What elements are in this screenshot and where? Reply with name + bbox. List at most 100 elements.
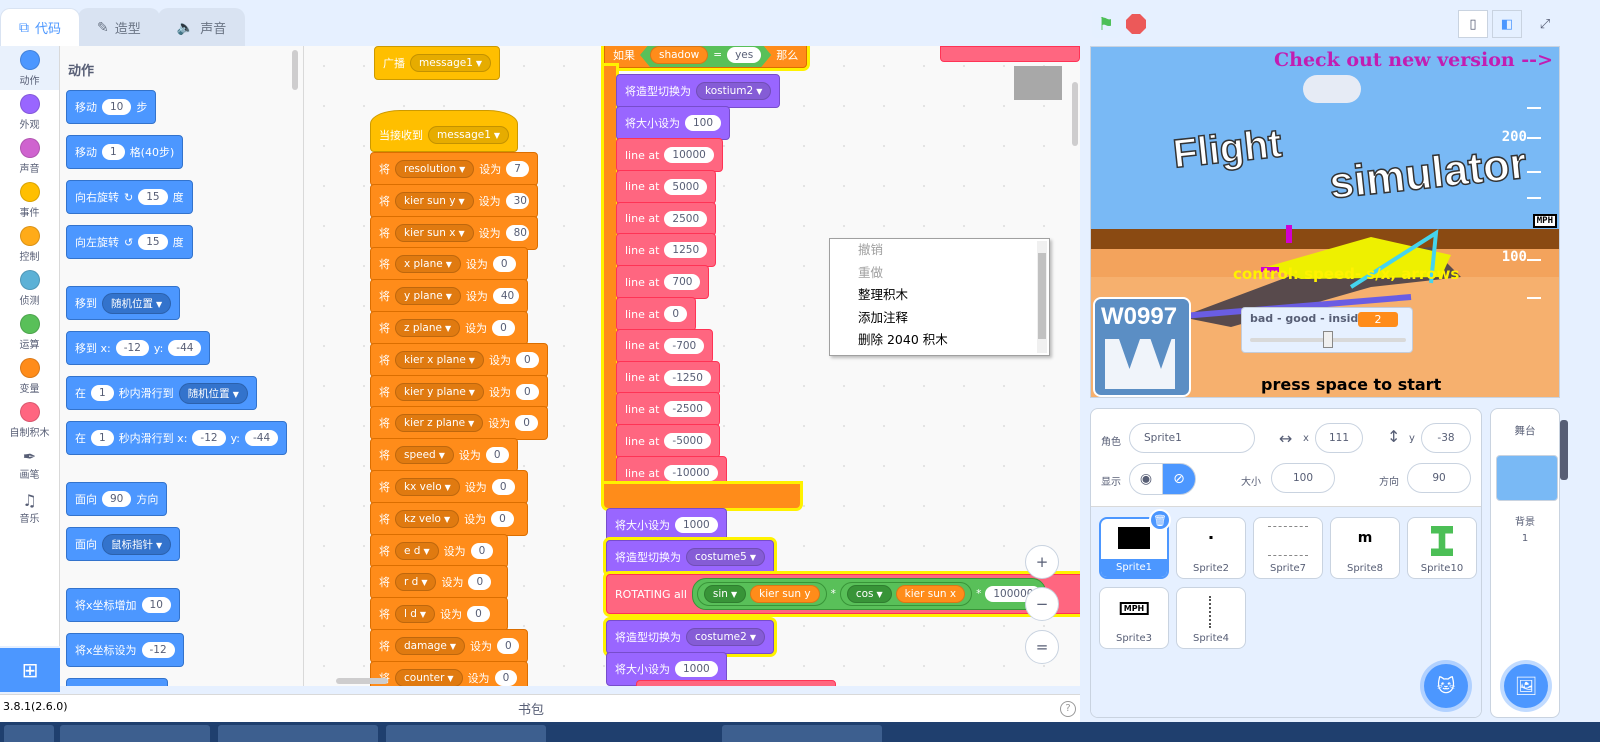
if-then-block[interactable]: 如果 shadow = yes 那么 bbox=[604, 46, 808, 68]
sprite-thumbnail[interactable]: Sprite4 bbox=[1176, 587, 1246, 649]
block-dropdown[interactable]: kz velo ▼ bbox=[395, 509, 460, 528]
block-input[interactable]: 100 bbox=[685, 115, 722, 131]
block-input[interactable]: 1 bbox=[102, 144, 125, 160]
category-events[interactable]: 事件 bbox=[0, 178, 59, 222]
block-input[interactable]: 0 bbox=[485, 447, 509, 464]
slider-thumb[interactable] bbox=[1323, 331, 1333, 348]
size-input[interactable]: 100 bbox=[1271, 463, 1335, 493]
block-dropdown[interactable]: cos ▼ bbox=[846, 585, 892, 603]
category-operators[interactable]: 运算 bbox=[0, 310, 59, 354]
block-dropdown[interactable]: kier sun x ▼ bbox=[395, 223, 474, 242]
line-at-block[interactable]: line at -1250 bbox=[616, 360, 720, 395]
pink-block-top-right[interactable] bbox=[940, 46, 1080, 62]
line-at-block[interactable]: line at -700 bbox=[616, 328, 714, 363]
block-dropdown[interactable]: counter ▼ bbox=[395, 668, 463, 686]
set-variable-block[interactable]: 将counter▼设为0 bbox=[370, 660, 528, 686]
block-dropdown[interactable]: message1 ▼ bbox=[410, 54, 492, 72]
show-sprite-button[interactable]: ◉ bbox=[1129, 463, 1163, 495]
workspace-horizontal-scrollbar[interactable] bbox=[336, 678, 388, 684]
block-input[interactable]: 15 bbox=[138, 189, 168, 205]
block-dropdown[interactable]: kx velo ▼ bbox=[395, 478, 460, 496]
block-input[interactable]: 15 bbox=[138, 234, 168, 250]
cos-operator[interactable]: cos ▼ kier sun x bbox=[839, 582, 973, 606]
normal-stage-button[interactable]: ◧ bbox=[1492, 10, 1522, 38]
category-sensing[interactable]: 侦测 bbox=[0, 266, 59, 310]
equals-operator[interactable]: shadow = yes bbox=[640, 46, 771, 67]
taskbar-app[interactable] bbox=[386, 725, 546, 742]
switch-costume-block[interactable]: 将造型切换为 costume5 ▼ bbox=[606, 540, 774, 574]
set-variable-block[interactable]: 将 x plane ▼ 设为 0 bbox=[370, 247, 528, 282]
set-variable-block[interactable]: 将 z plane ▼ 设为 0 bbox=[370, 311, 528, 345]
category-control[interactable]: 控制 bbox=[0, 222, 59, 266]
set-variable-block[interactable]: 将 kier sun x ▼ 设为 80 bbox=[370, 215, 538, 250]
start-button[interactable] bbox=[4, 725, 54, 742]
category-looks[interactable]: 外观 bbox=[0, 90, 59, 134]
move-steps-block[interactable]: 移动 10 步 bbox=[66, 90, 157, 124]
block-input[interactable]: 5000 bbox=[664, 178, 708, 195]
multiply-operator[interactable]: sin ▼ kier sun y * cos ▼ kier sun x * 100000 bbox=[691, 578, 1047, 610]
block-dropdown[interactable]: damage ▼ bbox=[395, 637, 466, 655]
x-input[interactable]: 111 bbox=[1315, 423, 1363, 453]
tab-sounds[interactable]: 🔈 声音 bbox=[157, 8, 246, 46]
context-clean-up[interactable]: 整理积木 bbox=[830, 284, 1049, 307]
block-input[interactable]: 0 bbox=[468, 574, 492, 591]
hide-sprite-button[interactable]: ⊘ bbox=[1162, 463, 1196, 495]
glide-xy-block[interactable]: 在 1 秒内滑行到 x: -12 y: -44 bbox=[66, 421, 288, 455]
block-input[interactable]: 40 bbox=[492, 288, 519, 305]
block-input[interactable]: 0 bbox=[491, 479, 515, 495]
workspace-vertical-scrollbar[interactable] bbox=[1072, 82, 1078, 146]
set-variable-block[interactable]: 将 kier sun y ▼ 设为 30 bbox=[370, 183, 538, 218]
block-input[interactable]: 0 bbox=[467, 606, 490, 623]
block-input[interactable]: -12 bbox=[115, 340, 149, 356]
goto-block[interactable]: 移到 随机位置 ▼ bbox=[66, 286, 181, 320]
block-input[interactable]: -12 bbox=[141, 642, 175, 658]
block-input[interactable]: -1250 bbox=[664, 369, 711, 386]
line-at-block[interactable]: line at 0 bbox=[616, 297, 697, 331]
goto-xy-block[interactable]: 移到 x: -12 y: -44 bbox=[66, 331, 211, 365]
category-variables[interactable]: 变量 bbox=[0, 354, 59, 398]
sin-operator[interactable]: sin ▼ kier sun y bbox=[696, 582, 827, 606]
block-dropdown[interactable]: kier z plane ▼ bbox=[395, 414, 484, 433]
block-input[interactable]: 0 bbox=[515, 351, 539, 368]
set-variable-block[interactable]: 将 resolution ▼ 设为 7 bbox=[370, 152, 538, 186]
block-dropdown[interactable]: message1 ▼ bbox=[428, 126, 510, 144]
block-input[interactable]: 7 bbox=[506, 161, 529, 177]
block-input[interactable]: 0 bbox=[491, 510, 514, 527]
set-variable-block[interactable]: 将 damage ▼ 设为 0 bbox=[370, 629, 528, 663]
stage-thumbnail[interactable] bbox=[1496, 455, 1558, 501]
code-workspace[interactable]: 广播 message1 ▼ 当接收到 message1 ▼ 将 resolution ▼ 设为… bbox=[304, 46, 1080, 686]
change-x-block[interactable]: 将x坐标增加 10 bbox=[66, 588, 180, 622]
variable-reporter[interactable]: kier sun y bbox=[750, 585, 820, 603]
block-input[interactable]: 0 bbox=[492, 320, 515, 336]
set-variable-block[interactable]: 将 kx velo ▼ 设为 0 bbox=[370, 470, 528, 504]
block-dropdown[interactable]: resolution ▼ bbox=[395, 160, 475, 178]
add-backdrop-button[interactable]: 🖼 bbox=[1504, 664, 1548, 708]
block-input[interactable]: -44 bbox=[244, 430, 279, 446]
block-dropdown[interactable]: speed ▼ bbox=[395, 446, 454, 465]
point-direction-block[interactable]: 面向 90 方向 bbox=[66, 482, 168, 516]
block-input[interactable]: 0 bbox=[515, 415, 538, 432]
context-add-comment[interactable]: 添加注释 bbox=[830, 307, 1049, 330]
sprite-thumbnail[interactable]: Sprite7 bbox=[1253, 517, 1323, 579]
block-dropdown[interactable]: costume5 ▼ bbox=[686, 548, 765, 566]
backpack-toggle[interactable]: 书包 bbox=[518, 699, 544, 718]
sprite-thumbnail[interactable]: m Sprite8 bbox=[1330, 517, 1400, 579]
block-input[interactable]: 0 bbox=[492, 256, 516, 273]
direction-input[interactable]: 90 bbox=[1407, 463, 1471, 493]
line-at-block[interactable]: line at 700 bbox=[616, 265, 710, 300]
variable-reporter[interactable]: shadow bbox=[650, 46, 708, 64]
block-dropdown[interactable]: kostium2 ▼ bbox=[696, 82, 772, 100]
block-input[interactable]: 0 bbox=[515, 383, 539, 400]
line-at-block[interactable]: line at 5000 bbox=[616, 169, 717, 204]
category-motion[interactable]: 动作 bbox=[0, 46, 59, 90]
block-dropdown[interactable]: 随机位置 ▼ bbox=[178, 382, 248, 404]
block-dropdown[interactable]: z plane ▼ bbox=[395, 319, 461, 337]
category-myblocks[interactable]: 自制积木 bbox=[0, 398, 59, 442]
set-variable-block[interactable]: 将 speed ▼ 设为 0 bbox=[370, 438, 518, 473]
sprite-name-input[interactable]: Sprite1 bbox=[1129, 423, 1255, 453]
delete-sprite-button[interactable]: 🗑 bbox=[1149, 509, 1171, 531]
block-input[interactable]: 2500 bbox=[664, 210, 708, 227]
set-variable-block[interactable]: 将 kier x plane ▼ 设为 0 bbox=[370, 342, 548, 377]
block-input[interactable]: 10 bbox=[102, 99, 132, 115]
block-dropdown[interactable]: y plane ▼ bbox=[395, 287, 461, 306]
